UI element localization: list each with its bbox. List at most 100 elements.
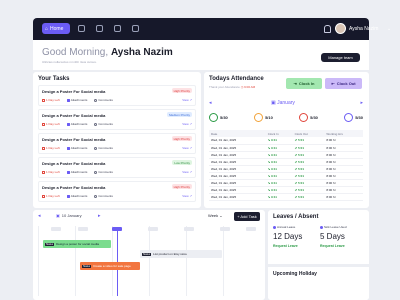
task-card[interactable]: Design a Poster For Social media High Pri…	[38, 133, 196, 154]
attendance-stats: 5/30 5/10 5/30 5/30	[209, 113, 363, 122]
calendar-icon	[42, 146, 45, 150]
table-cell: Wed, 01 Jan, 2025	[209, 144, 266, 152]
clock-icon: ◷	[240, 85, 244, 89]
checkbox-icon	[66, 122, 70, 126]
priority-badge: Medium Priority	[167, 112, 192, 117]
view-link[interactable]: View ↗	[182, 170, 192, 174]
login-icon: ⇥	[293, 81, 297, 86]
month-label[interactable]: ▣ January	[271, 100, 295, 106]
calendar-date[interactable]: ▣ 10 January	[56, 213, 82, 218]
comments-link[interactable]: Comments	[94, 194, 113, 198]
annual-leave-card: Annual Leave 12 Days Request Leave	[273, 225, 319, 248]
stat-value: 5/10	[265, 114, 273, 120]
gantt-event-1[interactable]: Status Design a poster for social media	[43, 240, 111, 248]
table-cell: ⇗ 5:01	[292, 151, 325, 159]
tasks-panel: Your Tasks Design a Poster For Social me…	[33, 72, 201, 208]
comments-link[interactable]: Comments	[94, 146, 113, 150]
greeting-title: Good Morning, Aysha Nazim	[42, 47, 173, 58]
home-button[interactable]: ⌂ Home	[42, 23, 70, 34]
calendar-icon	[42, 98, 45, 102]
task-calendar-panel: ◂ ▣ 10 January ▸ Week ⌄ + Add Task Status…	[33, 210, 265, 300]
task-card[interactable]: Design a Poster For Social media High Pri…	[38, 181, 196, 202]
leave-dot-icon	[320, 225, 323, 229]
clock-out-button[interactable]: ⇤ Clock Out	[325, 78, 362, 89]
progress-ring-icon	[299, 113, 309, 122]
attachments-link[interactable]: Attachments	[66, 98, 87, 102]
table-cell: ⇗ 5:01	[292, 165, 325, 173]
chevron-down-icon[interactable]: ⌄	[387, 26, 391, 32]
request-leave-link[interactable]: Request Leave	[273, 244, 319, 248]
greeting-subtitle: Ultricies nulla lectus mi nibh risus cur…	[42, 60, 97, 64]
chevron-left-icon[interactable]: ◂	[209, 100, 212, 106]
comment-icon	[94, 122, 98, 126]
table-row: Wed, 01 Jan, 2025 ⇘ 9:11 ⇗ 5:01 8:00 hr	[209, 179, 363, 187]
attachments-link[interactable]: Attachments	[66, 146, 87, 150]
table-cell: Wed, 01 Jan, 2025	[209, 151, 266, 159]
gantt-event-2[interactable]: Status List product on Etsy store	[140, 250, 222, 258]
task-card[interactable]: Design a Poster For Social media Low Prio…	[38, 157, 196, 178]
leaves-panel: Leaves / Absent Annual Leave 12 Days Req…	[268, 210, 369, 300]
attachments-link[interactable]: Attachments	[66, 122, 87, 126]
task-card[interactable]: Design a Poster For Social media Medium P…	[38, 109, 196, 130]
chevron-right-icon[interactable]: ▸	[98, 213, 101, 219]
checkbox-icon	[66, 146, 70, 150]
gantt-event-3[interactable]: Status Create a video for sale page	[80, 262, 140, 270]
chevron-left-icon[interactable]: ◂	[38, 213, 41, 219]
attendance-stat: 5/30	[299, 113, 318, 122]
stat-value: 5/30	[355, 114, 363, 120]
attendance-stat: 5/30	[209, 113, 228, 122]
comments-link[interactable]: Comments	[94, 170, 113, 174]
calendar-icon	[42, 122, 45, 126]
table-cell: ⇗ 5:01	[292, 172, 325, 180]
view-select[interactable]: Week ⌄	[208, 213, 223, 218]
task-name: Design a Poster For Social media	[42, 137, 106, 142]
attachments-link[interactable]: Attachments	[66, 194, 87, 198]
comments-link[interactable]: Comments	[94, 98, 113, 102]
table-row: Wed, 01 Jan, 2025 ⇘ 9:11 ⇗ 5:01 8:00 hr	[209, 165, 363, 173]
calendar-icon[interactable]	[114, 25, 121, 32]
checkbox-icon	[66, 98, 70, 102]
task-card[interactable]: Design a Poster For Social media High Pri…	[38, 85, 196, 106]
table-cell: ⇘ 9:11	[265, 179, 293, 187]
home-icon: ⌂	[45, 25, 49, 32]
table-cell: ⇗ 5:01	[292, 179, 325, 187]
column-header: Clock Out	[292, 130, 325, 137]
stat-value: 5/30	[220, 114, 228, 120]
table-cell: Wed, 01 Jan, 2025	[209, 179, 266, 187]
table-cell: ⇗ 5:01	[292, 137, 325, 145]
manage-team-button[interactable]: Manage team	[321, 53, 360, 62]
priority-badge: High Priority	[171, 88, 192, 93]
chevron-right-icon[interactable]: ▸	[360, 100, 363, 106]
logout-icon: ⇤	[331, 81, 335, 86]
stat-value: 5/30	[310, 114, 318, 120]
briefcase-icon[interactable]	[96, 25, 103, 32]
view-link[interactable]: View ↗	[182, 194, 192, 198]
arrow-icon: ↗	[189, 122, 192, 126]
view-link[interactable]: View ↗	[182, 98, 192, 102]
view-link[interactable]: View ↗	[182, 122, 192, 126]
comments-link[interactable]: Comments	[94, 122, 113, 126]
table-cell: ⇗ 5:01	[292, 193, 325, 201]
users-icon[interactable]	[78, 25, 85, 32]
bell-icon[interactable]	[324, 25, 331, 33]
view-link[interactable]: View ↗	[182, 146, 192, 150]
annual-leave-value: 12 Days	[273, 232, 303, 241]
table-cell: Wed, 01 Jan, 2025	[209, 158, 266, 166]
sick-leave-card: Sick Leave Used 5 Days Request Leave	[320, 225, 366, 248]
table-cell: ⇘ 9:11	[265, 172, 293, 180]
table-cell: 8:00 hr	[324, 172, 363, 180]
sick-leave-value: 5 Days	[320, 232, 345, 241]
attendance-stat: 5/30	[344, 113, 363, 122]
user-name[interactable]: Aysha Nazim	[349, 26, 378, 32]
due-date: 1 Day Left	[42, 170, 60, 174]
table-cell: ⇘ 9:11	[265, 186, 293, 194]
avatar[interactable]	[335, 23, 346, 34]
table-cell: Wed, 01 Jan, 2025	[209, 172, 266, 180]
clock-in-button[interactable]: ⇥ Clock In	[286, 78, 322, 89]
add-task-button[interactable]: + Add Task	[234, 212, 260, 221]
attachments-link[interactable]: Attachments	[66, 170, 87, 174]
arrow-icon: ↗	[189, 98, 192, 102]
request-leave-link[interactable]: Request Leave	[320, 244, 366, 248]
table-cell: ⇘ 9:11	[265, 193, 293, 201]
folder-icon[interactable]	[132, 25, 139, 32]
